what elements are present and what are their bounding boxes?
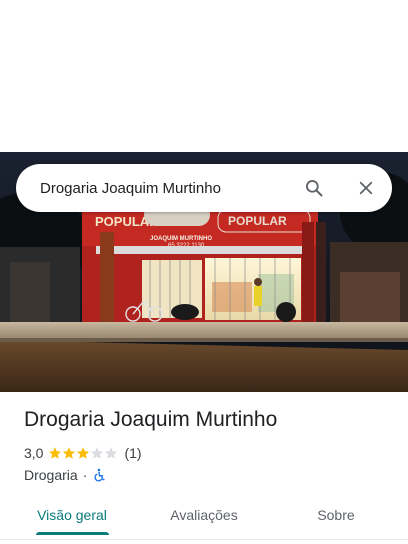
place-title: Drogaria Joaquim Murtinho [24,408,278,431]
clear-search-button[interactable] [350,172,382,204]
search-button[interactable] [298,172,330,204]
place-tabs: Visão geral Avaliações Sobre [0,496,408,536]
sign-brand: JOAQUIM MURTINHO [150,236,212,242]
star-full-icon [49,447,62,459]
place-category: Drogaria [24,467,78,483]
star-empty-icon [105,447,118,459]
tabs-divider [0,539,408,540]
tab-about[interactable]: Sobre [288,496,384,534]
separator-dot: · [82,467,88,483]
close-icon [359,181,373,195]
tab-overview[interactable]: Visão geral [24,496,120,534]
rating-stars [48,446,118,460]
active-tab-indicator [36,532,109,535]
sign-popular-right: POPULAR [228,214,287,228]
search-icon [306,180,323,197]
star-empty-icon [91,447,104,459]
search-input[interactable] [40,164,290,212]
search-bar [16,164,392,212]
star-full-icon [63,447,76,459]
tab-reviews[interactable]: Avaliações [156,496,252,534]
wheelchair-icon [94,468,105,482]
star-full-icon [77,447,90,459]
rating-value: 3,0 [24,445,44,461]
review-count: (1) [124,445,142,461]
category-row: Drogaria · [24,466,106,484]
rating-row[interactable]: 3,0 (1) [24,444,142,462]
